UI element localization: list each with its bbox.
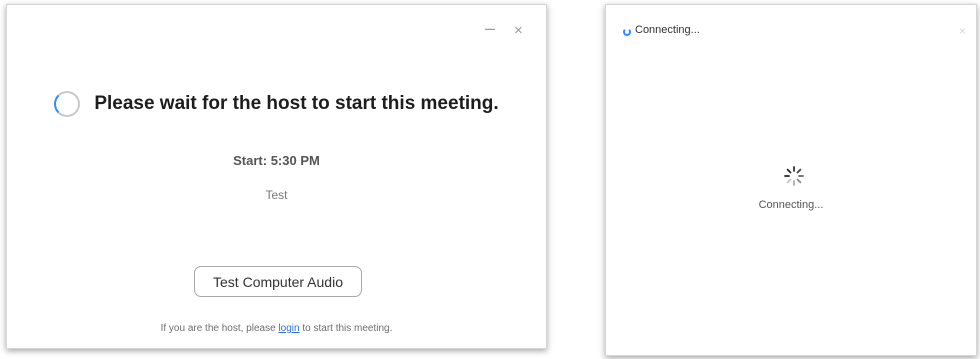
loading-ring-icon	[54, 91, 81, 117]
host-login-hint: If you are the host, please login to sta…	[7, 323, 546, 334]
zoom-logo-icon	[623, 28, 631, 36]
login-link[interactable]: login	[278, 323, 299, 334]
screenshot-stage: – × Please wait for the host to start th…	[0, 0, 980, 359]
host-hint-suffix: to start this meeting.	[302, 323, 393, 334]
close-icon[interactable]: ×	[959, 25, 966, 37]
connecting-status: Connecting...	[758, 199, 824, 211]
meeting-start-time: Start: 5:30 PM	[233, 153, 320, 168]
test-computer-audio-button[interactable]: Test Computer Audio	[194, 266, 362, 297]
connecting-window-title: Connecting...	[635, 24, 700, 36]
waiting-header: Please wait for the host to start this m…	[7, 91, 546, 117]
close-icon[interactable]: ×	[514, 23, 523, 38]
waiting-for-host-window: – × Please wait for the host to start th…	[6, 4, 547, 349]
meeting-name: Test	[265, 188, 288, 202]
host-hint-prefix: If you are the host, please	[160, 323, 276, 334]
spinner-icon	[784, 166, 804, 186]
connecting-window: Connecting... × Connecting...	[605, 4, 977, 356]
waiting-title: Please wait for the host to start this m…	[94, 93, 499, 114]
minimize-icon[interactable]: –	[485, 19, 495, 37]
